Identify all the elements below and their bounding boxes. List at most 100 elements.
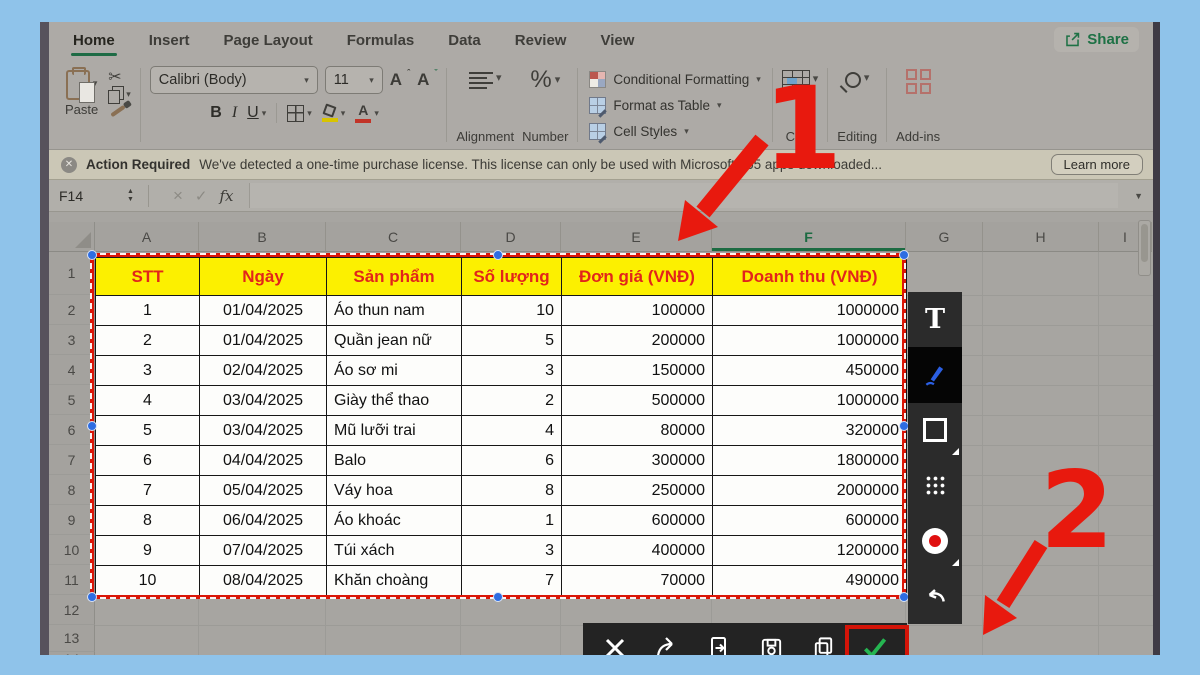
table-cell[interactable]: Váy hoa [327, 476, 462, 506]
font-name-select[interactable]: Calibri (Body)▾ [150, 66, 318, 94]
table-cell[interactable]: 2 [96, 326, 200, 356]
row-header-13[interactable]: 13 [49, 625, 95, 652]
table-header-cell[interactable]: Số lượng [462, 258, 562, 296]
italic-button[interactable]: I [232, 104, 237, 122]
rectangle-tool-button[interactable] [908, 403, 962, 458]
table-cell[interactable]: 9 [96, 536, 200, 566]
warning-close-icon[interactable]: ✕ [61, 157, 77, 173]
name-box[interactable]: F14 [49, 188, 127, 204]
table-cell[interactable]: 400000 [562, 536, 713, 566]
tab-data[interactable]: Data [448, 32, 481, 49]
table-cell[interactable]: 10 [462, 296, 562, 326]
share-capture-button[interactable] [649, 628, 685, 655]
conditional-formatting-button[interactable]: Conditional Formatting▾ [589, 71, 760, 88]
table-cell[interactable]: 03/04/2025 [200, 416, 327, 446]
table-cell[interactable]: 450000 [713, 356, 907, 386]
font-size-select[interactable]: 11▾ [325, 66, 383, 94]
row-header-4[interactable]: 4 [49, 355, 95, 385]
export-capture-button[interactable] [701, 628, 737, 655]
tab-insert[interactable]: Insert [149, 32, 190, 49]
table-cell[interactable]: 03/04/2025 [200, 386, 327, 416]
table-cell[interactable]: 70000 [562, 566, 713, 596]
table-cell[interactable]: 8 [96, 506, 200, 536]
table-header-cell[interactable]: Sản phẩm [327, 258, 462, 296]
bold-button[interactable]: B [210, 104, 222, 122]
column-header-F[interactable]: F [712, 222, 906, 252]
table-cell[interactable]: 320000 [713, 416, 907, 446]
confirm-capture-button[interactable] [857, 628, 893, 655]
table-cell[interactable]: Áo thun nam [327, 296, 462, 326]
table-cell[interactable]: 200000 [562, 326, 713, 356]
column-header-E[interactable]: E [561, 222, 712, 252]
row-header-11[interactable]: 11 [49, 565, 95, 595]
tab-view[interactable]: View [600, 32, 634, 49]
vertical-scrollbar[interactable] [1138, 220, 1151, 276]
format-painter-icon[interactable] [111, 105, 126, 117]
record-tool-button[interactable] [908, 513, 962, 568]
table-cell[interactable]: 3 [96, 356, 200, 386]
table-header-cell[interactable]: Ngày [200, 258, 327, 296]
table-cell[interactable]: 2 [462, 386, 562, 416]
borders-button[interactable]: ▾ [287, 105, 312, 122]
table-cell[interactable]: 4 [462, 416, 562, 446]
number-group[interactable]: %▾ Number [518, 64, 572, 146]
insert-function-icon[interactable]: fx [219, 187, 233, 205]
font-color-button[interactable]: A▾ [355, 103, 379, 123]
table-cell[interactable]: 6 [462, 446, 562, 476]
enter-icon[interactable]: ✓ [195, 187, 208, 205]
addins-group[interactable]: Add-ins [892, 64, 944, 146]
table-cell[interactable]: 1 [462, 506, 562, 536]
text-tool-button[interactable]: T [908, 292, 962, 347]
tab-review[interactable]: Review [515, 32, 567, 49]
table-cell[interactable]: 04/04/2025 [200, 446, 327, 476]
name-box-stepper[interactable]: ▲▼ [127, 188, 134, 203]
share-button[interactable]: Share [1054, 27, 1139, 52]
table-cell[interactable]: Quần jean nữ [327, 326, 462, 356]
row-header-9[interactable]: 9 [49, 505, 95, 535]
table-cell[interactable]: 02/04/2025 [200, 356, 327, 386]
row-header-1[interactable]: 1 [49, 252, 95, 295]
tab-page-layout[interactable]: Page Layout [224, 32, 313, 49]
table-cell[interactable]: 10 [96, 566, 200, 596]
table-cell[interactable]: 1200000 [713, 536, 907, 566]
table-cell[interactable]: 300000 [562, 446, 713, 476]
table-cell[interactable]: 80000 [562, 416, 713, 446]
column-header-B[interactable]: B [199, 222, 326, 252]
tab-home[interactable]: Home [73, 32, 115, 49]
alignment-group[interactable]: ▾ Alignment [452, 64, 518, 146]
table-cell[interactable]: 3 [462, 536, 562, 566]
format-as-table-button[interactable]: Format as Table▾ [589, 97, 721, 114]
table-cell[interactable]: 07/04/2025 [200, 536, 327, 566]
table-cell[interactable]: 01/04/2025 [200, 296, 327, 326]
table-cell[interactable]: 600000 [713, 506, 907, 536]
table-cell[interactable]: Mũ lưỡi trai [327, 416, 462, 446]
table-cell[interactable]: Áo khoác [327, 506, 462, 536]
table-cell[interactable]: 4 [96, 386, 200, 416]
paste-button[interactable]: ▾ Paste [65, 66, 98, 117]
table-cell[interactable]: 8 [462, 476, 562, 506]
cancel-icon[interactable]: × [173, 186, 183, 206]
table-cell[interactable]: Khăn choàng [327, 566, 462, 596]
table-cell[interactable]: 150000 [562, 356, 713, 386]
row-header-14[interactable]: 14 [49, 652, 95, 655]
tab-formulas[interactable]: Formulas [347, 32, 415, 49]
undo-button[interactable] [908, 569, 962, 624]
table-cell[interactable]: 3 [462, 356, 562, 386]
table-cell[interactable]: 6 [96, 446, 200, 476]
editing-group[interactable]: ▾ Editing [833, 64, 881, 146]
table-cell[interactable]: 7 [96, 476, 200, 506]
cancel-capture-button[interactable] [597, 628, 633, 655]
table-cell[interactable]: 2000000 [713, 476, 907, 506]
save-capture-button[interactable] [753, 628, 789, 655]
cells-group[interactable]: ▾ Cells [778, 64, 823, 146]
table-cell[interactable]: 1000000 [713, 296, 907, 326]
table-cell[interactable]: Giày thể thao [327, 386, 462, 416]
row-header-6[interactable]: 6 [49, 415, 95, 445]
column-header-H[interactable]: H [983, 222, 1099, 252]
table-cell[interactable]: 1 [96, 296, 200, 326]
column-header-D[interactable]: D [461, 222, 561, 252]
table-cell[interactable]: 490000 [713, 566, 907, 596]
table-cell[interactable]: 1800000 [713, 446, 907, 476]
table-cell[interactable]: 01/04/2025 [200, 326, 327, 356]
table-cell[interactable]: 5 [96, 416, 200, 446]
